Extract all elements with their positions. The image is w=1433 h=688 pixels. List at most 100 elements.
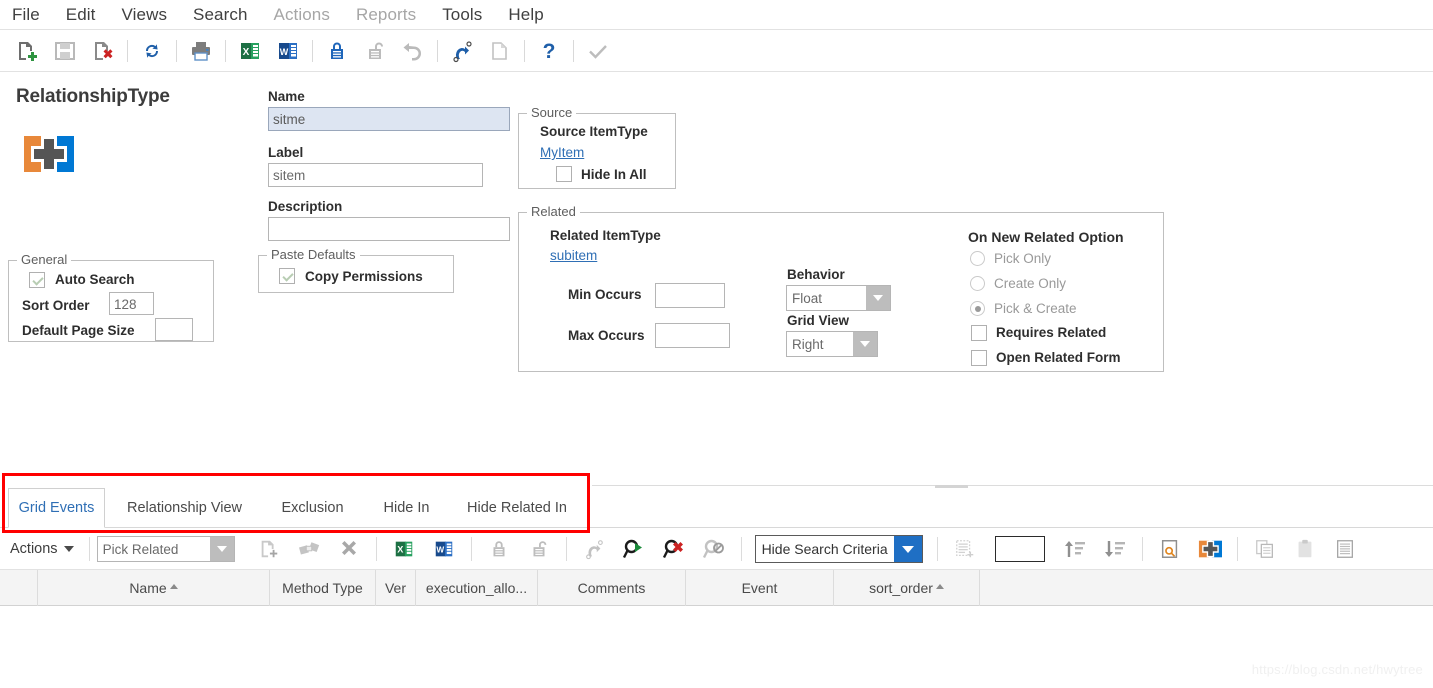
new-relationship-icon[interactable] bbox=[249, 532, 289, 566]
copy-permissions-checkbox[interactable] bbox=[279, 268, 295, 284]
main-toolbar: X W ? bbox=[0, 30, 1433, 72]
tab-hide-in[interactable]: Hide In bbox=[365, 488, 448, 527]
insert-row-icon[interactable] bbox=[945, 532, 985, 566]
lock-icon[interactable] bbox=[479, 532, 519, 566]
tab-relationship-view[interactable]: Relationship View bbox=[113, 488, 256, 527]
grid-column-sort-order[interactable]: sort_order bbox=[834, 570, 980, 606]
pick-only-radio[interactable] bbox=[970, 251, 985, 266]
auto-search-checkbox[interactable] bbox=[29, 272, 45, 288]
unlock-icon[interactable] bbox=[519, 532, 559, 566]
watermark-text: https://blog.csdn.net/hwytree bbox=[1251, 662, 1423, 677]
run-search-icon[interactable] bbox=[614, 532, 654, 566]
export-excel-icon[interactable]: X bbox=[384, 532, 424, 566]
save-icon[interactable] bbox=[46, 32, 84, 70]
tab-exclusion[interactable]: Exclusion bbox=[265, 488, 360, 527]
open-related-form-checkbox[interactable] bbox=[971, 350, 987, 366]
pick-and-create-radio[interactable] bbox=[970, 301, 985, 316]
grid-column-label: Event bbox=[741, 580, 778, 596]
description-input[interactable] bbox=[268, 217, 510, 241]
actionbar-separator bbox=[740, 537, 742, 561]
create-only-label: Create Only bbox=[994, 276, 1067, 291]
chevron-down-icon[interactable] bbox=[209, 537, 234, 561]
menu-item-actions[interactable]: Actions bbox=[274, 0, 330, 30]
tab-hide-related-in[interactable]: Hide Related In bbox=[452, 488, 582, 527]
grid-view-value: Right bbox=[792, 336, 824, 352]
disable-search-icon[interactable] bbox=[694, 532, 734, 566]
grid-column-name[interactable]: Name bbox=[38, 570, 270, 606]
checkmark-icon[interactable] bbox=[579, 32, 617, 70]
source-item-type-link[interactable]: MyItem bbox=[540, 145, 584, 160]
panel-splitter[interactable] bbox=[592, 485, 1433, 486]
requires-related-checkbox[interactable] bbox=[971, 325, 987, 341]
unlink-icon[interactable] bbox=[289, 532, 329, 566]
min-occurs-input[interactable] bbox=[655, 283, 725, 308]
export-word-icon[interactable]: W bbox=[424, 532, 464, 566]
sort-descending-icon[interactable] bbox=[1095, 532, 1135, 566]
svg-text:X: X bbox=[243, 47, 250, 58]
actionbar-separator bbox=[470, 537, 472, 561]
hide-search-criteria-select[interactable]: Hide Search Criteria bbox=[754, 535, 923, 563]
default-page-size-input[interactable] bbox=[155, 318, 193, 341]
tab-label: Relationship View bbox=[127, 499, 242, 516]
chevron-down-icon[interactable] bbox=[866, 286, 890, 310]
label-input[interactable]: sitem bbox=[268, 163, 483, 187]
svg-text:W: W bbox=[436, 546, 444, 555]
max-occurs-input[interactable] bbox=[655, 323, 730, 348]
list-view-icon[interactable] bbox=[1325, 532, 1365, 566]
grid-column-ver[interactable]: Ver bbox=[376, 570, 416, 606]
grid-view-select[interactable]: Right bbox=[786, 331, 878, 357]
behavior-select[interactable]: Float bbox=[786, 285, 891, 311]
sort-ascending-icon[interactable] bbox=[1055, 532, 1095, 566]
redo-arrow-icon[interactable] bbox=[443, 32, 481, 70]
search-page-icon[interactable] bbox=[1150, 532, 1190, 566]
grid-column-method-type[interactable]: Method Type bbox=[270, 570, 376, 606]
undo-icon[interactable] bbox=[394, 32, 432, 70]
export-excel-icon[interactable]: X bbox=[231, 32, 269, 70]
copy-rows-icon[interactable] bbox=[1245, 532, 1285, 566]
menu-item-reports[interactable]: Reports bbox=[356, 0, 416, 30]
pick-and-create-label: Pick & Create bbox=[994, 301, 1077, 316]
lock-icon[interactable] bbox=[318, 32, 356, 70]
copy-permissions-label: Copy Permissions bbox=[305, 269, 423, 284]
menu-item-file[interactable]: File bbox=[12, 0, 40, 30]
copy-icon[interactable] bbox=[481, 32, 519, 70]
toolbar-separator bbox=[225, 39, 226, 62]
hide-in-all-checkbox[interactable] bbox=[556, 166, 572, 182]
general-group-legend: General bbox=[17, 252, 72, 267]
related-item-type-link[interactable]: subitem bbox=[550, 248, 597, 263]
delete-document-icon[interactable] bbox=[84, 32, 122, 70]
grid-column-select[interactable] bbox=[0, 570, 38, 606]
menu-item-help[interactable]: Help bbox=[508, 0, 543, 30]
menu-item-views[interactable]: Views bbox=[122, 0, 168, 30]
pick-related-select[interactable]: Pick Related bbox=[96, 536, 235, 562]
chevron-down-icon[interactable] bbox=[853, 332, 877, 356]
actions-menu-button[interactable]: Actions bbox=[10, 541, 82, 557]
grid-column-execution-allowed[interactable]: execution_allo... bbox=[416, 570, 538, 606]
delete-x-icon[interactable] bbox=[329, 532, 369, 566]
menu-item-search[interactable]: Search bbox=[193, 0, 247, 30]
grid-column-comments[interactable]: Comments bbox=[538, 570, 686, 606]
hide-in-all-label: Hide In All bbox=[581, 167, 647, 182]
menu-item-tools[interactable]: Tools bbox=[442, 0, 482, 30]
menu-item-edit[interactable]: Edit bbox=[66, 0, 96, 30]
redo-arrow-icon[interactable] bbox=[574, 532, 614, 566]
new-document-icon[interactable] bbox=[8, 32, 46, 70]
paste-rows-icon[interactable] bbox=[1285, 532, 1325, 566]
name-input[interactable]: sitme bbox=[268, 107, 510, 131]
export-word-icon[interactable]: W bbox=[269, 32, 307, 70]
print-icon[interactable] bbox=[182, 32, 220, 70]
create-only-radio[interactable] bbox=[970, 276, 985, 291]
tab-grid-events[interactable]: Grid Events bbox=[8, 488, 105, 528]
relationship-type-icon[interactable] bbox=[1190, 532, 1230, 566]
sort-order-input[interactable]: 128 bbox=[109, 292, 154, 315]
chevron-down-icon[interactable] bbox=[893, 536, 922, 562]
unlock-icon[interactable] bbox=[356, 32, 394, 70]
grid-column-label: Method Type bbox=[282, 580, 363, 596]
chevron-down-icon bbox=[63, 546, 74, 552]
page-size-input[interactable] bbox=[994, 536, 1045, 562]
refresh-icon[interactable] bbox=[133, 32, 171, 70]
grid-column-event[interactable]: Event bbox=[686, 570, 834, 606]
help-question-icon[interactable]: ? bbox=[530, 32, 568, 70]
clear-search-icon[interactable] bbox=[654, 532, 694, 566]
grid-body[interactable] bbox=[0, 606, 1433, 688]
